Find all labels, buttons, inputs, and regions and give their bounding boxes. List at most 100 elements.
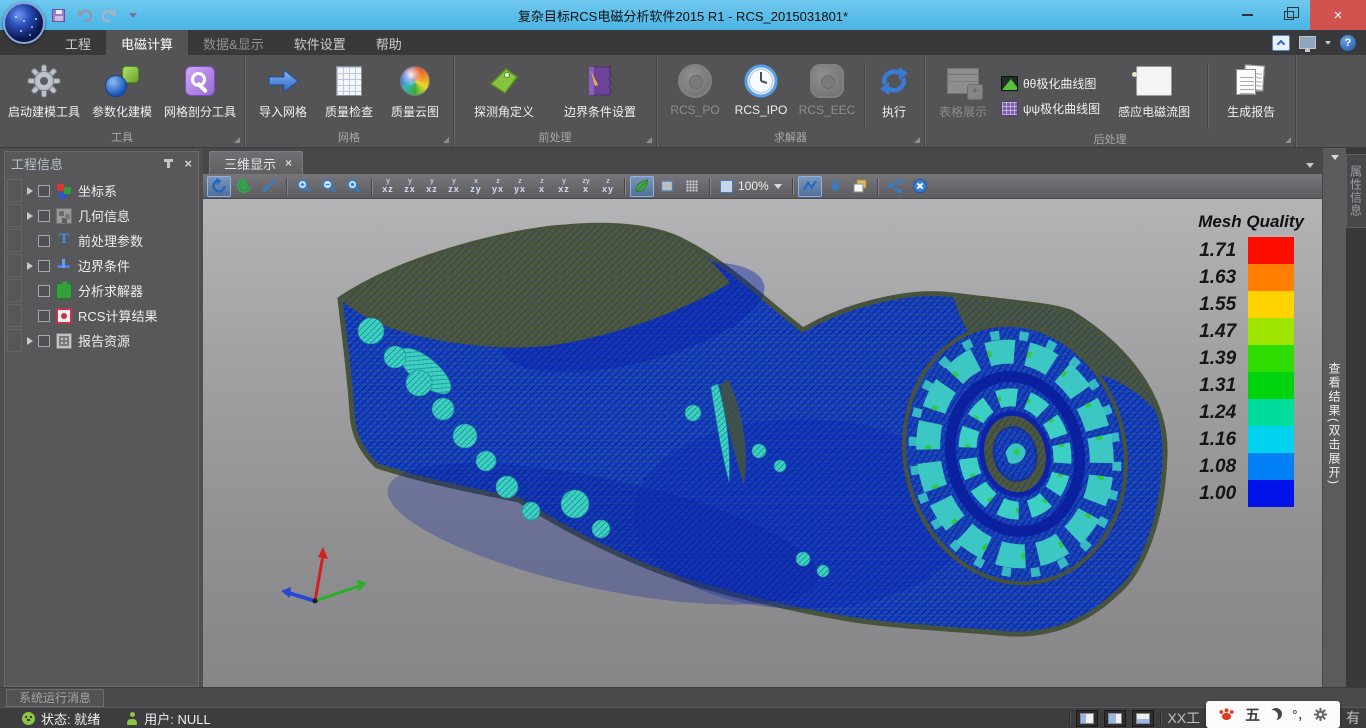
tabbar-dropdown-icon[interactable] (1306, 163, 1314, 168)
redo-icon[interactable] (102, 8, 119, 22)
tree-item-checkbox[interactable] (38, 285, 50, 297)
orbit-rotate-button[interactable] (207, 176, 231, 197)
induced-current-map-button[interactable]: 感应电磁流图 (1106, 59, 1202, 121)
ime-punctuation-icon[interactable]: °, (1292, 707, 1303, 722)
ime-mode-key[interactable]: 五 (1245, 704, 1260, 725)
pin-icon[interactable] (167, 159, 170, 168)
tab-em-computation[interactable]: 电磁计算 (106, 30, 188, 55)
curve-tool-button[interactable] (798, 176, 822, 197)
launch-modeling-tool-button[interactable]: 启动建模工具 (6, 59, 82, 121)
group-expand-icon[interactable] (443, 137, 449, 143)
boundary-condition-settings-button[interactable]: 边界条件设置 (550, 59, 650, 121)
tree-item[interactable]: 几何信息 (5, 203, 198, 228)
mesh-model[interactable] (203, 199, 1322, 687)
app-logo-icon[interactable] (3, 2, 45, 44)
view-orientation-button-11[interactable]: zxy (597, 176, 619, 197)
layout-wide-panel-button[interactable] (1104, 710, 1126, 727)
group-expand-icon[interactable] (1285, 137, 1291, 143)
zoom-level-dropdown-icon[interactable] (774, 184, 782, 189)
help-icon[interactable]: ? (1340, 35, 1356, 51)
expand-arrow-icon[interactable] (27, 187, 33, 195)
import-result-button[interactable] (823, 176, 847, 197)
wireframe-mode-button[interactable] (680, 176, 704, 197)
zoom-in-button[interactable] (292, 176, 316, 197)
display-style-dropdown-icon[interactable] (1325, 41, 1331, 45)
psi-polarization-curve-button[interactable]: ψψ极化曲线图 (997, 99, 1104, 118)
view-orientation-button-8[interactable]: zx (531, 176, 553, 197)
results-collapsed-panel[interactable]: 查看结果(双击展开) (1322, 148, 1346, 687)
save-icon[interactable] (52, 9, 65, 22)
tree-item[interactable]: 报告资源 (5, 328, 198, 353)
group-expand-icon[interactable] (914, 137, 920, 143)
tree-item-checkbox[interactable] (38, 235, 50, 247)
group-expand-icon[interactable] (234, 137, 240, 143)
tab-data-display[interactable]: 数据&显示 (188, 30, 279, 55)
view-orientation-button-7[interactable]: zyx (509, 176, 531, 197)
layout-left-panel-button[interactable] (1076, 710, 1098, 727)
view-orientation-button-3[interactable]: yxz (421, 176, 443, 197)
ime-toolbar[interactable]: 五 °, (1206, 701, 1340, 728)
zoom-out-button[interactable] (317, 176, 341, 197)
tab-close-icon[interactable]: × (285, 157, 292, 169)
expand-arrow-icon[interactable] (27, 212, 33, 220)
rcs-eec-button[interactable]: RCS_EEC (795, 59, 859, 118)
view-orientation-button-10[interactable]: zyx (575, 176, 597, 197)
collapse-ribbon-button[interactable] (1272, 35, 1290, 51)
zoom-fit-button[interactable] (342, 176, 366, 197)
generate-report-button[interactable]: 生成报告 (1213, 59, 1289, 121)
probe-angle-button[interactable]: 探测角定义 (460, 59, 548, 121)
tree-item-checkbox[interactable] (38, 310, 50, 322)
quality-contour-button[interactable]: 质量云图 (383, 59, 447, 121)
execute-button[interactable]: 执行 (870, 59, 918, 121)
view-orientation-button-4[interactable]: yzx (443, 176, 465, 197)
close-button[interactable]: × (1310, 0, 1366, 30)
rcs-po-button[interactable]: RCS_PO (663, 59, 727, 118)
tree-item[interactable]: 分析求解器 (5, 278, 198, 303)
tree-item[interactable]: RCS计算结果 (5, 303, 198, 328)
ime-halfwidth-moon-icon[interactable] (1270, 708, 1282, 720)
quick-access-dropdown-icon[interactable] (129, 13, 137, 18)
view-orientation-button-9[interactable]: yxz (553, 176, 575, 197)
view-orientation-button-1[interactable]: yxz (377, 176, 399, 197)
cancel-button[interactable] (908, 176, 932, 197)
table-display-button[interactable]: 表格展示 (931, 59, 995, 121)
view-orientation-button-2[interactable]: yzx (399, 176, 421, 197)
system-messages-tab[interactable]: 系统运行消息 (6, 689, 104, 707)
tab-software-settings[interactable]: 软件设置 (279, 30, 361, 55)
tree-item-checkbox[interactable] (38, 260, 50, 272)
tab-project[interactable]: 工程 (50, 30, 106, 55)
expand-arrow-icon[interactable] (27, 337, 33, 345)
3d-viewport[interactable]: Mesh Quality 1.711.631.551.471.391.311.2… (203, 199, 1322, 687)
restore-button[interactable] (1268, 0, 1310, 30)
ime-settings-gear-icon[interactable] (1313, 707, 1328, 722)
ime-brand-paw-icon[interactable] (1218, 706, 1235, 722)
shaded-mode-button[interactable] (630, 176, 654, 197)
layout-bottom-panel-button[interactable] (1132, 710, 1154, 727)
quality-check-button[interactable]: 质量检查 (317, 59, 381, 121)
rcs-ipo-button[interactable]: RCS_IPO (729, 59, 793, 118)
view-orientation-button-5[interactable]: xzy (465, 176, 487, 197)
tab-help[interactable]: 帮助 (361, 30, 417, 55)
tree-item-checkbox[interactable] (38, 185, 50, 197)
undo-icon[interactable] (75, 8, 92, 22)
tab-3d-view[interactable]: 三维显示 × (209, 151, 303, 174)
tree-item[interactable]: 边界条件 (5, 253, 198, 278)
tree-item-checkbox[interactable] (38, 335, 50, 347)
pan-button[interactable] (257, 176, 281, 197)
minimize-button[interactable] (1226, 0, 1268, 30)
flat-mode-button[interactable] (655, 176, 679, 197)
panel-close-icon[interactable]: × (184, 157, 192, 170)
display-style-icon[interactable] (1299, 36, 1316, 49)
tree-item[interactable]: 坐标系 (5, 178, 198, 203)
share-flow-button[interactable] (883, 176, 907, 197)
expand-arrow-icon[interactable] (27, 262, 33, 270)
copy-view-button[interactable] (848, 176, 872, 197)
refresh-view-button[interactable] (232, 176, 256, 197)
zoom-level-control[interactable]: 100% (715, 176, 787, 197)
group-expand-icon[interactable] (646, 137, 652, 143)
tree-item[interactable]: 前处理参数 (5, 228, 198, 253)
theta-polarization-curve-button[interactable]: θθ极化曲线图 (997, 74, 1104, 93)
mesh-partition-tool-button[interactable]: 网格剖分工具 (162, 59, 238, 121)
property-info-tab[interactable]: 属性信息 (1346, 154, 1366, 228)
import-mesh-button[interactable]: 导入网格 (251, 59, 315, 121)
